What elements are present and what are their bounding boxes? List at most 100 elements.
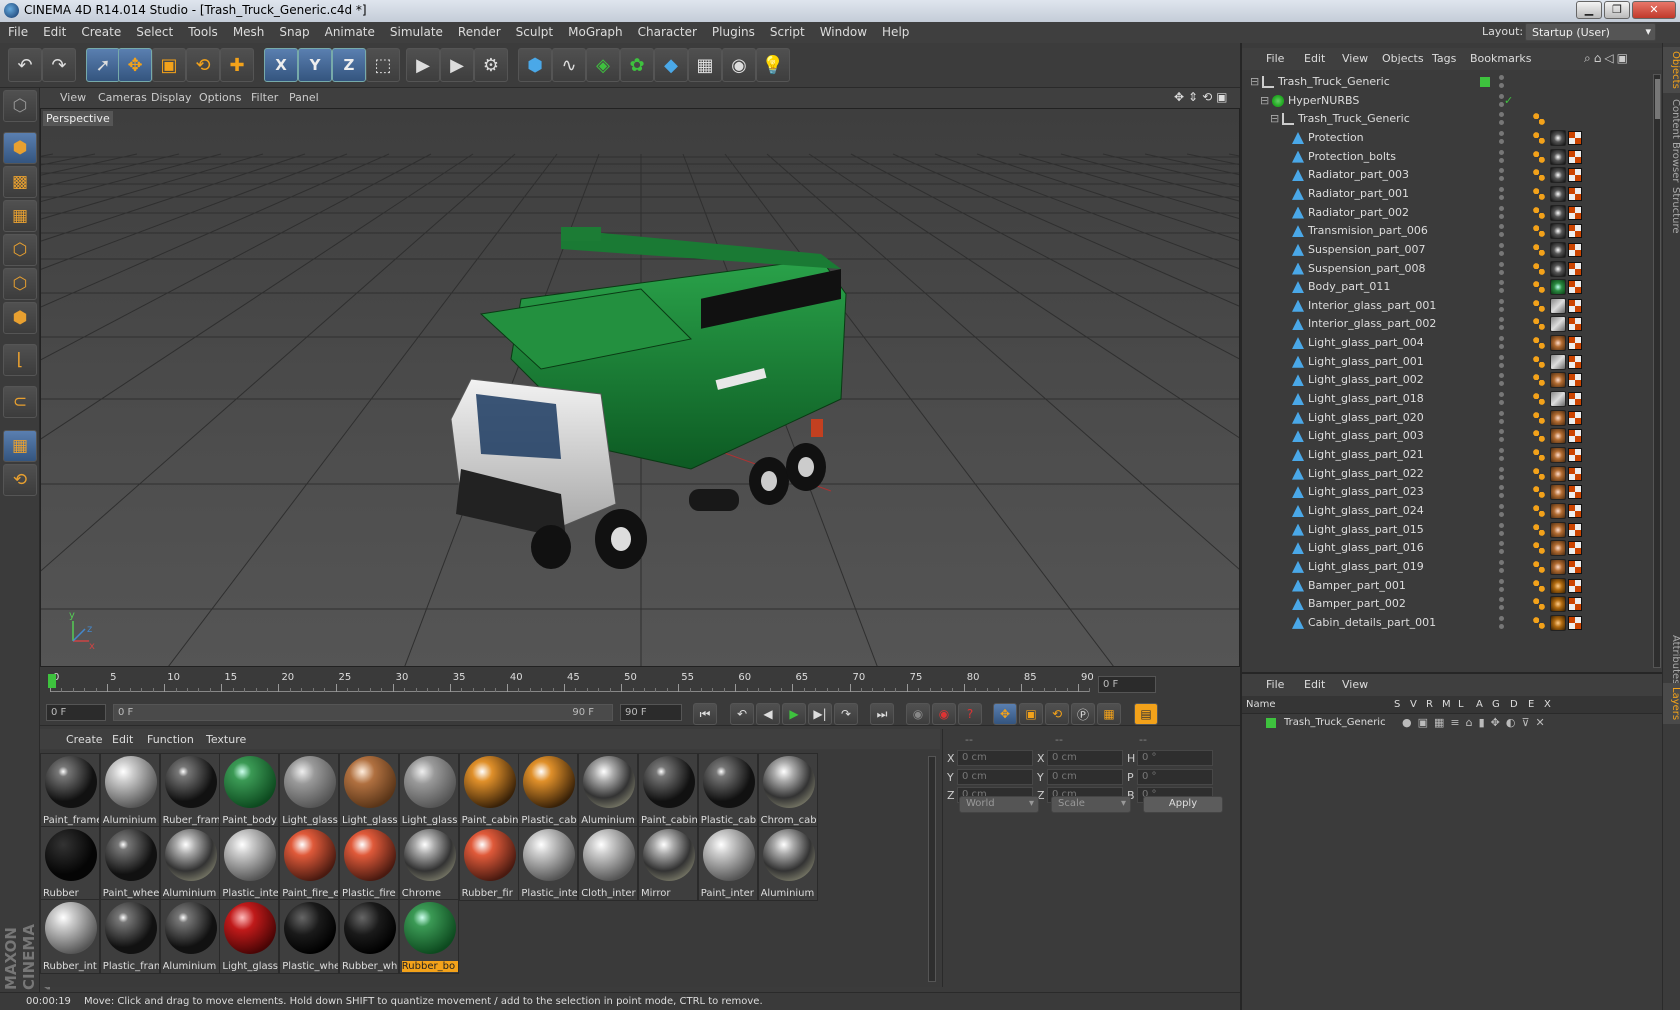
- viewport-menu-panel[interactable]: Panel: [289, 91, 319, 104]
- coord-value-field[interactable]: 0 cm: [1047, 768, 1123, 785]
- menu-select[interactable]: Select: [128, 22, 180, 39]
- material-swatch[interactable]: Paint_inter: [697, 826, 758, 901]
- viewport-menu-options[interactable]: Options: [199, 91, 241, 104]
- material-swatch[interactable]: Light_glass: [398, 753, 459, 828]
- texture-tag-icon[interactable]: [1568, 559, 1582, 574]
- live-selection-icon[interactable]: ➚: [86, 48, 120, 82]
- texture-tag-icon[interactable]: [1568, 186, 1582, 201]
- x-axis-icon[interactable]: X: [264, 48, 298, 82]
- material-tag-icon[interactable]: [1550, 129, 1566, 146]
- object-menu-file[interactable]: File: [1266, 52, 1284, 65]
- go-to-start-icon[interactable]: ⏮: [693, 703, 717, 725]
- key-position-icon[interactable]: ✥: [993, 703, 1017, 725]
- visibility-dots-icon[interactable]: [1495, 298, 1507, 313]
- layer-column-g[interactable]: G: [1492, 699, 1500, 710]
- object-name[interactable]: Radiator_part_003: [1308, 168, 1409, 181]
- material-tag-icon[interactable]: [1550, 372, 1566, 389]
- object-name[interactable]: Light_glass_part_016: [1308, 541, 1424, 554]
- play-icon[interactable]: ▶: [782, 703, 806, 725]
- object-name[interactable]: Light_glass_part_002: [1308, 373, 1424, 386]
- object-row[interactable]: Light_glass_part_002: [1242, 370, 1654, 390]
- texture-tag-icon[interactable]: [1568, 280, 1582, 295]
- texture-tag-icon[interactable]: [1568, 336, 1582, 351]
- layer-column-e[interactable]: E: [1528, 699, 1534, 710]
- material-swatch[interactable]: Plastic_cab: [518, 753, 579, 828]
- layer-column-r[interactable]: R: [1426, 699, 1433, 710]
- layer-column-s[interactable]: S: [1394, 699, 1400, 710]
- camera-icon[interactable]: ◉: [722, 48, 756, 82]
- visibility-dots-icon[interactable]: [1495, 186, 1507, 201]
- object-row[interactable]: Light_glass_part_024: [1242, 501, 1654, 521]
- object-row[interactable]: Light_glass_part_019: [1242, 557, 1654, 577]
- material-menu-function[interactable]: Function: [147, 733, 194, 746]
- workplane-mode-icon[interactable]: ▦: [3, 200, 37, 232]
- side-tab-structure[interactable]: Structure: [1663, 183, 1680, 238]
- object-row[interactable]: Cabin_details_part_001: [1242, 613, 1654, 633]
- visibility-dots-icon[interactable]: [1495, 317, 1507, 331]
- object-name[interactable]: Protection_bolts: [1308, 150, 1396, 163]
- side-tab-layers[interactable]: Layers: [1663, 683, 1680, 725]
- apply-button[interactable]: Apply: [1143, 796, 1223, 813]
- material-tag-icon[interactable]: [1550, 558, 1566, 575]
- visibility-dots-icon[interactable]: [1495, 280, 1507, 294]
- object-name[interactable]: Suspension_part_007: [1308, 243, 1425, 256]
- visibility-dots-icon[interactable]: [1495, 559, 1507, 574]
- material-tag-icon[interactable]: [1550, 148, 1566, 165]
- material-tag-icon[interactable]: [1550, 316, 1566, 333]
- object-name[interactable]: Trash_Truck_Generic: [1278, 75, 1390, 88]
- material-tag-icon[interactable]: [1550, 185, 1566, 202]
- object-row[interactable]: Interior_glass_part_002: [1242, 314, 1654, 334]
- rotate-icon[interactable]: ⟲: [186, 48, 220, 82]
- material-tag-icon[interactable]: [1550, 279, 1566, 296]
- material-swatch[interactable]: Aluminium: [578, 753, 639, 828]
- tweak-icon[interactable]: ⊂: [3, 386, 37, 418]
- keyframe-selection-icon[interactable]: ?: [958, 703, 982, 725]
- menu-create[interactable]: Create: [73, 22, 128, 39]
- object-row[interactable]: Interior_glass_part_001: [1242, 296, 1654, 316]
- recent-tool-icon[interactable]: ✚: [220, 48, 254, 82]
- texture-tag-icon[interactable]: [1568, 578, 1582, 593]
- nurbs-icon[interactable]: ◈: [586, 48, 620, 82]
- visibility-dots-icon[interactable]: [1495, 410, 1507, 425]
- side-tab-objects[interactable]: Objects: [1663, 47, 1680, 93]
- texture-tag-icon[interactable]: [1568, 392, 1582, 407]
- coord-value-field[interactable]: 0 °: [1137, 768, 1213, 785]
- layer-column-a[interactable]: A: [1476, 699, 1483, 710]
- material-swatch[interactable]: Mirror: [638, 826, 698, 901]
- coordinate-mode-dropdown[interactable]: World ▾: [959, 796, 1039, 813]
- end-frame-field[interactable]: 90 F: [620, 704, 682, 721]
- object-menu-bookmarks[interactable]: Bookmarks: [1470, 52, 1531, 65]
- visibility-dots-icon[interactable]: [1495, 149, 1507, 164]
- object-manager-tool-icons[interactable]: ⌕⌂◁▣: [1584, 51, 1631, 66]
- material-swatch[interactable]: Light_glass: [339, 753, 399, 828]
- texture-tag-icon[interactable]: [1568, 597, 1582, 612]
- material-swatch[interactable]: Plastic_fran: [99, 899, 160, 974]
- next-key-icon[interactable]: ↷: [834, 703, 858, 725]
- edges-mode-icon[interactable]: ⬡: [3, 268, 37, 300]
- object-name[interactable]: Suspension_part_008: [1308, 262, 1425, 275]
- range-slider[interactable]: 0 F 90 F: [113, 704, 613, 721]
- visibility-dots-icon[interactable]: [1495, 373, 1507, 387]
- visibility-dots-icon[interactable]: [1495, 75, 1507, 89]
- texture-tag-icon[interactable]: [1568, 224, 1582, 239]
- material-swatch[interactable]: Aluminium: [159, 899, 220, 974]
- layer-color-swatch[interactable]: [1266, 718, 1276, 728]
- material-tag-icon[interactable]: [1550, 409, 1566, 426]
- render-picture-viewer-icon[interactable]: ▶: [440, 48, 474, 82]
- menu-sculpt[interactable]: Sculpt: [508, 22, 560, 39]
- material-swatch[interactable]: Paint_body: [219, 753, 280, 828]
- visibility-dots-icon[interactable]: [1495, 597, 1507, 611]
- texture-tag-icon[interactable]: [1568, 466, 1582, 481]
- object-name[interactable]: Interior_glass_part_002: [1308, 317, 1436, 330]
- material-swatch[interactable]: Rubber_fir: [458, 826, 519, 901]
- material-tag-icon[interactable]: [1550, 223, 1566, 240]
- object-menu-tags[interactable]: Tags: [1432, 52, 1456, 65]
- object-name[interactable]: Light_glass_part_020: [1308, 411, 1424, 424]
- object-name[interactable]: Body_part_011: [1308, 280, 1390, 293]
- visibility-dots-icon[interactable]: [1495, 615, 1507, 630]
- material-tag-icon[interactable]: [1550, 297, 1566, 314]
- material-menu-create[interactable]: Create: [66, 733, 103, 746]
- key-pla-icon[interactable]: ▦: [1097, 703, 1121, 725]
- object-name[interactable]: Light_glass_part_021: [1308, 448, 1424, 461]
- redo-icon[interactable]: ↷: [42, 48, 76, 82]
